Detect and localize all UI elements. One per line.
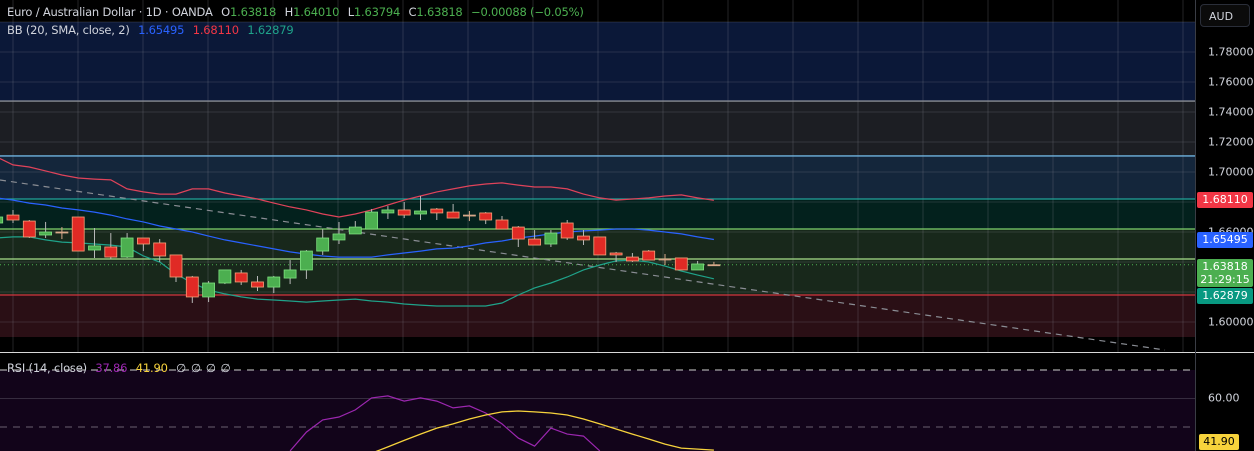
high-value: 1.64010 <box>293 5 340 19</box>
ohlc-open: O1.63818 <box>221 5 276 19</box>
candle-up <box>299 250 313 271</box>
candle-down <box>136 237 150 245</box>
candle-up <box>202 282 216 298</box>
candle-up <box>414 210 427 215</box>
candle-down <box>169 254 183 278</box>
price-tick: 1.78000 <box>1208 45 1254 59</box>
price-tick: 1.60000 <box>1208 315 1254 329</box>
change-value: −0.00088 (−0.05%) <box>471 5 584 19</box>
candle-down <box>153 242 167 257</box>
bb-lower-value: 1.62879 <box>247 23 294 37</box>
candle-down <box>446 211 460 219</box>
candle-doji <box>707 264 721 267</box>
candle-down <box>528 238 541 246</box>
candle-down <box>430 208 444 214</box>
candle-up <box>267 276 281 288</box>
candle-down <box>479 212 493 221</box>
candle-down <box>593 236 607 256</box>
candle-doji <box>55 231 69 234</box>
open-label: O <box>221 5 230 19</box>
axis-separator <box>1196 352 1254 353</box>
rsi-value: 37.86 <box>95 361 128 375</box>
price-tick: 1.76000 <box>1208 75 1254 89</box>
candle-down <box>577 235 590 241</box>
candle-up <box>218 269 232 284</box>
candle-down <box>22 220 36 238</box>
bb-upper-badge: 1.68110 <box>1197 192 1253 208</box>
candle-down <box>626 256 639 262</box>
candle-down <box>560 222 574 239</box>
candle-down <box>511 226 525 240</box>
candle-up <box>0 216 4 224</box>
candle-up <box>348 226 362 235</box>
currency-button[interactable]: AUD <box>1200 4 1250 27</box>
candle-up <box>120 237 134 258</box>
bb-lower-badge: 1.62879 <box>1197 288 1253 304</box>
candle-up <box>544 232 558 245</box>
symbol-title: Euro / Australian Dollar · 1D · OANDA <box>7 5 213 19</box>
price-tick: 1.74000 <box>1208 105 1254 119</box>
rsi-ma-badge: 41.90 <box>1199 434 1239 450</box>
candle-up <box>365 211 379 230</box>
bb-title: BB (20, SMA, close, 2) <box>7 23 130 37</box>
bb-basis-badge: 1.65495 <box>1197 232 1253 248</box>
bb-legend[interactable]: BB (20, SMA, close, 2) 1.65495 1.68110 1… <box>7 23 298 37</box>
ohlc-close: C1.63818 <box>409 5 463 19</box>
rsi-pane-background <box>0 370 1195 451</box>
candle-down <box>674 257 688 271</box>
candle-doji <box>658 258 672 261</box>
candle-down <box>495 219 509 230</box>
candle-down <box>397 209 411 216</box>
candle-up <box>691 263 704 271</box>
candle-down <box>642 250 656 261</box>
price-axis[interactable]: AUD 1.78000 1.76000 1.74000 1.72000 1.70000 1… <box>1195 0 1254 451</box>
last-price: 1.63818 <box>1202 260 1248 273</box>
ohlc-low: L1.63794 <box>348 5 401 19</box>
price-tick: 1.70000 <box>1208 165 1254 179</box>
candle-doji <box>462 214 476 217</box>
high-label: H <box>284 5 294 19</box>
rsi-extra-2: ∅ <box>191 361 201 375</box>
bar-countdown: 21:29:15 <box>1200 273 1250 286</box>
bb-basis-value: 1.65495 <box>138 23 185 37</box>
rsi-tick-60: 60.00 <box>1208 391 1240 405</box>
candle-up <box>88 245 101 251</box>
candle-up <box>316 237 330 252</box>
low-value: 1.63794 <box>353 5 401 19</box>
bb-upper-value: 1.68110 <box>192 23 239 37</box>
candle-up <box>381 209 395 214</box>
open-value: 1.63818 <box>230 5 277 19</box>
candle-down <box>71 216 85 252</box>
price-tick: 1.72000 <box>1208 135 1254 149</box>
candle-down <box>104 246 118 258</box>
candle-down <box>234 272 248 283</box>
rsi-title: RSI (14, close) <box>7 361 87 375</box>
candle-up <box>39 231 52 236</box>
symbol-legend[interactable]: Euro / Australian Dollar · 1D · OANDA O1… <box>7 5 589 19</box>
candle-down <box>609 252 623 256</box>
ohlc-high: H1.64010 <box>285 5 340 19</box>
price-chart[interactable] <box>0 0 1195 451</box>
rsi-ma-value: 41.90 <box>135 361 168 375</box>
last-price-badge: 1.63818 21:29:15 <box>1197 259 1253 287</box>
candle-down <box>185 276 199 298</box>
candle-down <box>251 281 264 288</box>
candle-up <box>283 269 297 279</box>
candle-up <box>332 233 346 241</box>
close-value: 1.63818 <box>416 5 463 19</box>
rsi-extra-4: ∅ <box>220 361 231 375</box>
rsi-extra-1: ∅ <box>176 361 186 375</box>
rsi-extra-3: ∅ <box>205 361 216 375</box>
candle-down <box>6 214 20 221</box>
rsi-legend[interactable]: RSI (14, close) 37.86 41.90 ∅ ∅ ∅ ∅ <box>7 361 235 375</box>
